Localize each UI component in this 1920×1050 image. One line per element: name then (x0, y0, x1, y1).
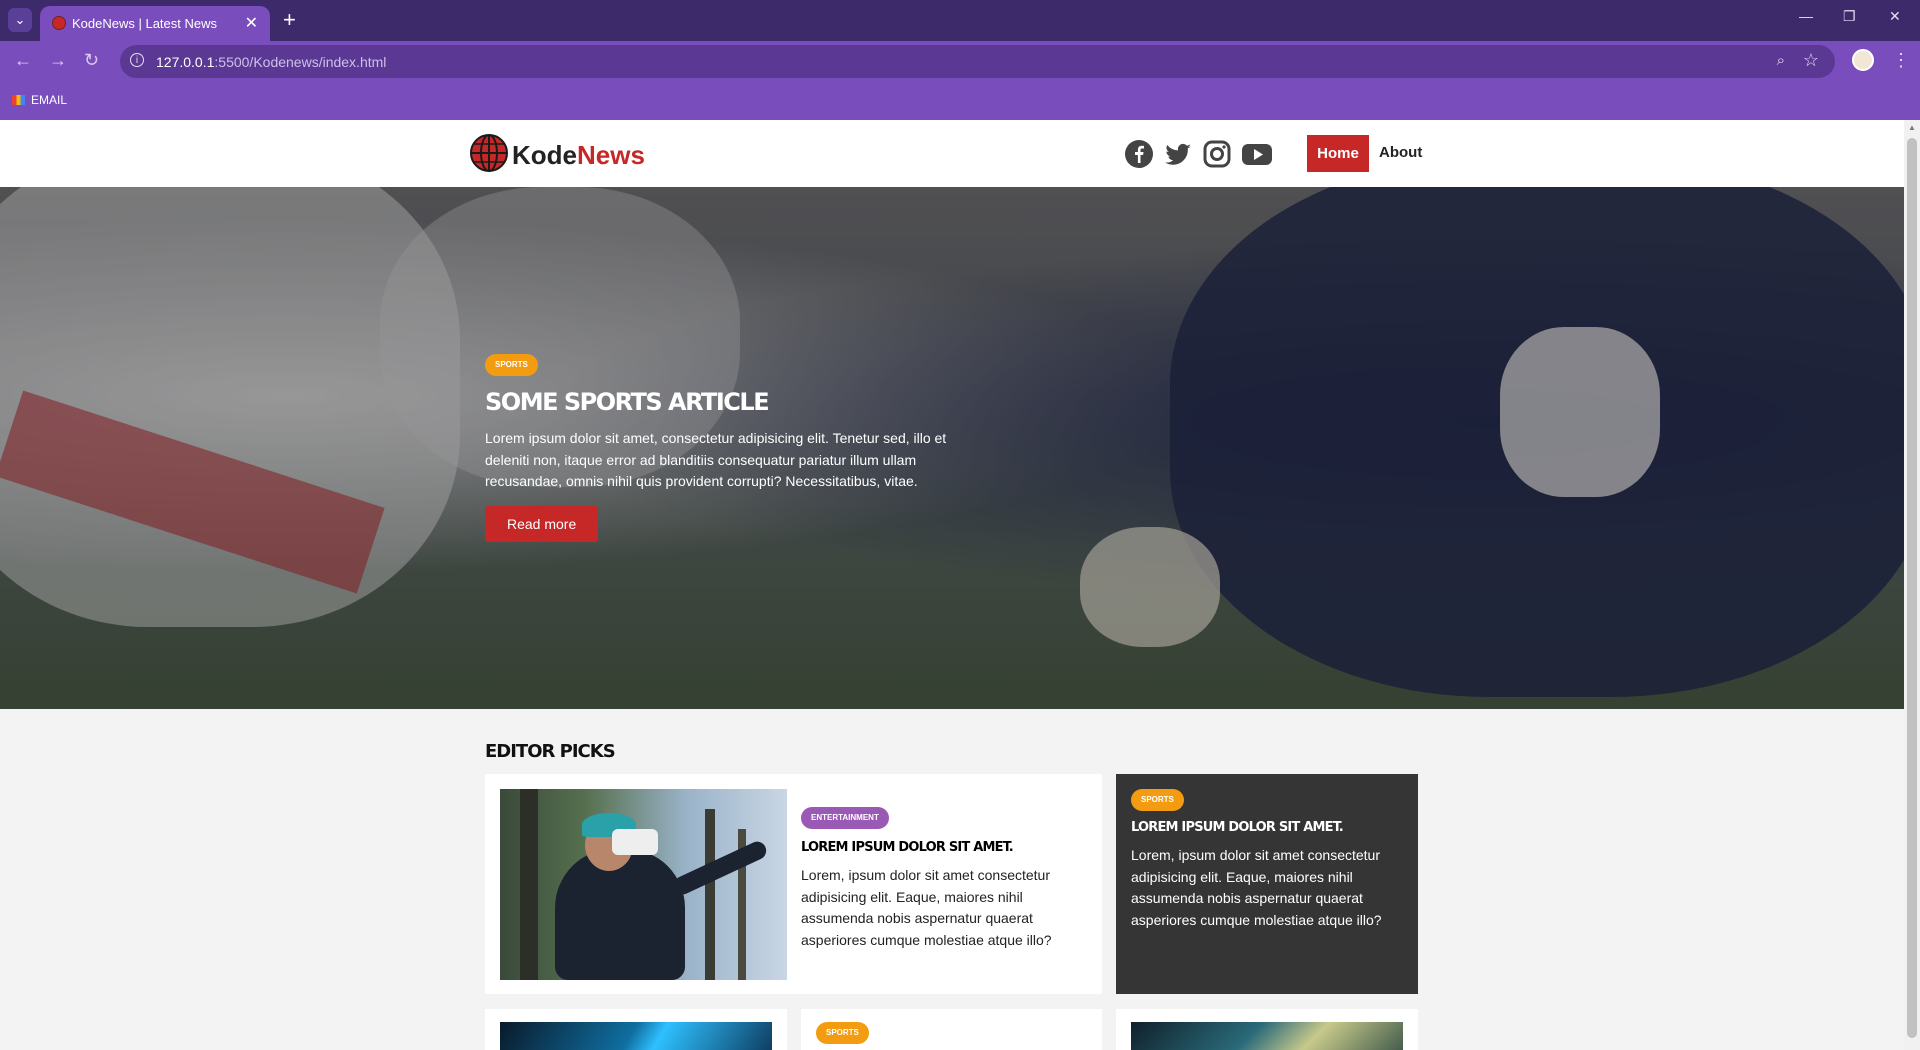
youtube-icon[interactable] (1241, 139, 1273, 169)
card-text: Lorem, ipsum dolor sit amet consectetur … (801, 867, 1052, 948)
restore-icon[interactable]: ❐ (1843, 8, 1856, 25)
new-tab-icon[interactable]: + (283, 7, 296, 33)
address-bar[interactable]: i 127.0.0.1:5500/Kodenews/index.html ⌕ ☆ (120, 45, 1835, 78)
facebook-icon[interactable] (1124, 139, 1154, 169)
bookmark-email[interactable]: EMAIL (12, 93, 67, 107)
browser-chrome: ⌄ KodeNews | Latest News ✕ + — ❐ ✕ ← → ↻… (0, 0, 1920, 120)
section-title: EDITOR PICKS (485, 741, 616, 762)
bookmark-star-icon[interactable]: ☆ (1803, 50, 1819, 71)
card-body: ENTERTAINMENT LOREM IPSUM DOLOR SIT AMET… (801, 807, 1081, 951)
nav-about-link[interactable]: About (1379, 144, 1422, 161)
card-image-tech (1131, 1022, 1403, 1050)
editor-pick-card-dark[interactable]: SPORTS LOREM IPSUM DOLOR SIT AMET. Lorem… (1116, 774, 1418, 994)
favicon-globe-icon (52, 16, 66, 30)
instagram-icon[interactable] (1202, 139, 1232, 169)
editor-pick-card[interactable] (1116, 1009, 1418, 1050)
hero-text: Lorem ipsum dolor sit amet, consectetur … (485, 430, 947, 489)
scroll-up-icon[interactable]: ▲ (1908, 123, 1916, 132)
hero-banner: SPORTS SOME SPORTS ARTICLE Lorem ipsum d… (0, 187, 1904, 709)
page-viewport: KodeNews Home About SPORTS SOME SPORTS A… (0, 120, 1904, 1050)
nav-home-link[interactable]: Home (1307, 135, 1369, 172)
bookmarks-bar: EMAIL (0, 83, 1920, 120)
forward-icon[interactable]: → (49, 50, 67, 71)
zoom-icon[interactable]: ⌕ (1777, 52, 1785, 69)
browser-menu-icon[interactable]: ⋮ (1892, 50, 1910, 71)
page-scrollbar[interactable]: ▲ (1904, 120, 1920, 1050)
gmail-icon (12, 95, 25, 105)
category-badge[interactable]: SPORTS (1131, 789, 1184, 811)
card-body: SPORTS (816, 1022, 869, 1044)
browser-tab-active[interactable]: KodeNews | Latest News ✕ (40, 6, 270, 41)
minimize-icon[interactable]: — (1799, 8, 1813, 24)
tab-strip: ⌄ KodeNews | Latest News ✕ + — ❐ ✕ (0, 0, 1920, 41)
back-icon[interactable]: ← (14, 50, 32, 71)
category-badge[interactable]: SPORTS (816, 1022, 869, 1044)
hero-title: SOME SPORTS ARTICLE (485, 388, 770, 416)
editor-pick-card[interactable] (485, 1009, 787, 1050)
card-title[interactable]: LOREM IPSUM DOLOR SIT AMET. (801, 840, 1081, 855)
window-close-icon[interactable]: ✕ (1889, 8, 1901, 25)
scrollbar-thumb[interactable] (1907, 138, 1917, 1038)
tab-search-icon[interactable]: ⌄ (8, 8, 32, 32)
card-text: Lorem, ipsum dolor sit amet consectetur … (1131, 847, 1382, 928)
category-badge[interactable]: SPORTS (485, 354, 538, 376)
url-text[interactable]: 127.0.0.1:5500/Kodenews/index.html (156, 54, 386, 70)
card-body: SPORTS LOREM IPSUM DOLOR SIT AMET. Lorem… (1131, 789, 1403, 931)
globe-icon (470, 134, 508, 172)
site-header: KodeNews Home About (0, 120, 1904, 187)
tab-close-icon[interactable]: ✕ (245, 13, 258, 33)
card-title[interactable]: LOREM IPSUM DOLOR SIT AMET. (1131, 820, 1403, 835)
editor-pick-card[interactable]: ENTERTAINMENT LOREM IPSUM DOLOR SIT AMET… (485, 774, 1102, 994)
twitter-icon[interactable] (1163, 139, 1193, 169)
profile-avatar[interactable] (1852, 49, 1874, 71)
category-badge[interactable]: ENTERTAINMENT (801, 807, 889, 829)
tab-title: KodeNews | Latest News (72, 16, 217, 31)
card-image-vr (500, 789, 787, 980)
reload-icon[interactable]: ↻ (84, 50, 99, 71)
editor-pick-card[interactable]: SPORTS (801, 1009, 1102, 1050)
card-image-neon (500, 1022, 772, 1050)
read-more-button[interactable]: Read more (485, 505, 599, 542)
browser-toolbar: ← → ↻ i 127.0.0.1:5500/Kodenews/index.ht… (0, 41, 1920, 83)
site-info-icon[interactable]: i (130, 53, 144, 67)
brand-name: KodeNews (512, 140, 645, 170)
hero-content: SPORTS SOME SPORTS ARTICLE Lorem ipsum d… (485, 354, 965, 542)
